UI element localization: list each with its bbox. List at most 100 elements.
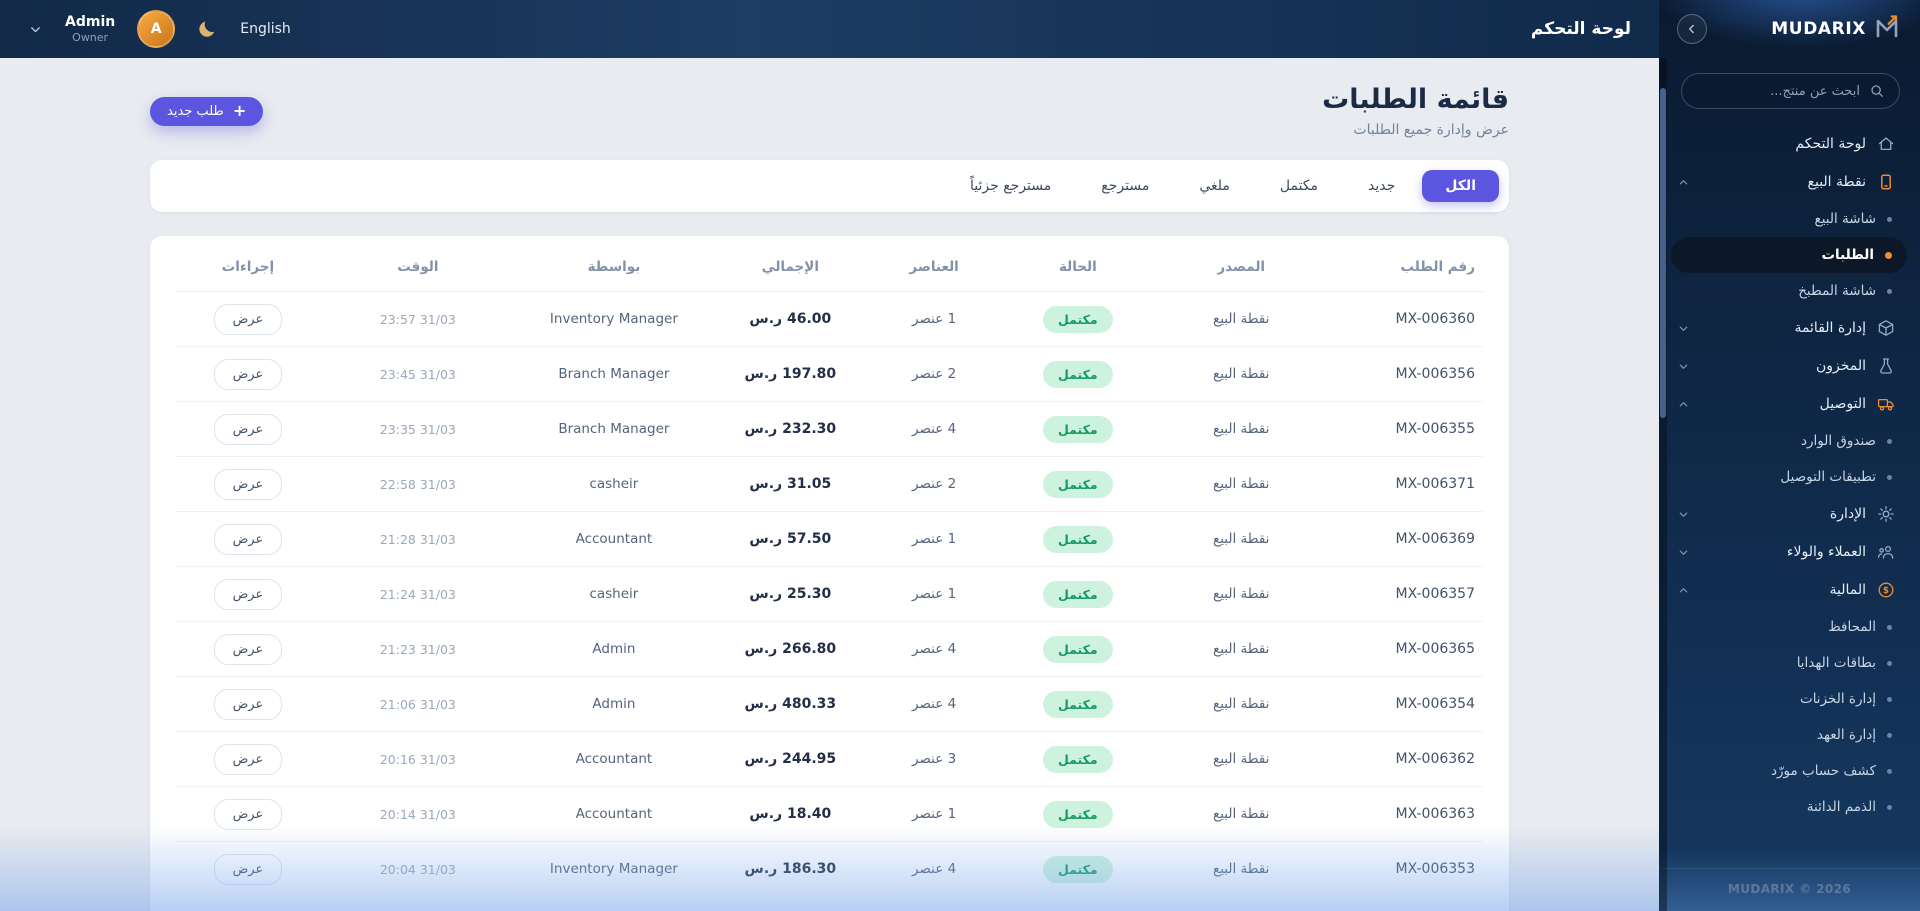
order-actions-cell: عرض: [176, 346, 320, 402]
order-items-cell: 4 عنصر: [912, 861, 957, 878]
order-by-cell: Branch Manager: [515, 401, 712, 457]
order-items-cell: 2 عنصر: [868, 456, 1000, 512]
language-selector[interactable]: English: [240, 21, 291, 37]
sidebar-item-label: الإدارة: [1829, 506, 1866, 522]
order-time-cell: 22:58 31/03: [319, 456, 516, 512]
sidebar-subitem[interactable]: بطاقات الهدايا: [1671, 645, 1907, 681]
orders-table: رقم الطلب المصدر الحالة العناصر الإجمالي بواس…: [176, 238, 1483, 897]
order-actions-cell: عرض: [176, 786, 320, 842]
order-items-cell: 4 عنصر: [868, 676, 1000, 732]
filter-tab[interactable]: مكتمل: [1257, 170, 1341, 202]
order-by-cell: Admin: [515, 676, 712, 732]
sidebar-item[interactable]: إدارة القائمة: [1671, 309, 1907, 347]
chevron-down-icon: [1677, 360, 1690, 373]
sidebar-item[interactable]: لوحة التحكم: [1671, 125, 1907, 163]
order-actions-cell: عرض: [176, 291, 320, 347]
chevron-down-icon[interactable]: [28, 22, 43, 37]
filter-tab[interactable]: مسترجع جزئياً: [947, 170, 1074, 202]
filter-tabs: الكل جديد مكتمل ملغي مسترجع مسترجع جزئياً: [150, 160, 1509, 212]
view-order-button[interactable]: عرض: [213, 633, 283, 665]
sidebar-item[interactable]: $ المالية: [1671, 571, 1907, 609]
sidebar-subitem[interactable]: كشف حساب مورّد: [1671, 753, 1907, 789]
status-badge: مكتمل: [1043, 360, 1113, 388]
order-id-cell: MX-006355: [1326, 401, 1483, 457]
filter-tab[interactable]: ملغي: [1176, 170, 1253, 202]
sidebar-subitem[interactable]: شاشة المطبخ: [1671, 273, 1907, 309]
column-header: العناصر: [868, 238, 1000, 292]
sidebar-subitem[interactable]: إدارة العهد: [1671, 717, 1907, 753]
product-search-input[interactable]: [1696, 83, 1860, 99]
view-order-button[interactable]: عرض: [213, 578, 283, 610]
sidebar-item[interactable]: المخزون: [1671, 347, 1907, 385]
status-badge: مكتمل: [1043, 690, 1113, 718]
view-order-button[interactable]: عرض: [213, 743, 283, 775]
order-total-cell: 57.50 ر.س: [711, 511, 869, 567]
sidebar-subitem[interactable]: الطلبات: [1671, 237, 1907, 273]
view-order-button[interactable]: عرض: [213, 413, 283, 445]
order-total-cell: 18.40 ر.س: [711, 786, 869, 842]
order-time-cell: 21:28 31/03: [319, 511, 516, 567]
sidebar-subitem[interactable]: إدارة الخزنات: [1671, 681, 1907, 717]
view-order-button[interactable]: عرض: [213, 798, 283, 830]
bullet-dot-icon: [1887, 732, 1892, 738]
sidebar-subitem[interactable]: الذمم الدائنة: [1671, 789, 1907, 825]
sidebar-scrollbar[interactable]: [1659, 58, 1667, 911]
view-order-button[interactable]: عرض: [213, 303, 283, 335]
sidebar-footer: MUDARIX © 2026: [1659, 868, 1920, 911]
order-total-cell: 31.05 ر.س: [711, 456, 869, 512]
view-order-button[interactable]: عرض: [213, 853, 283, 885]
order-status-cell: مكتمل: [999, 346, 1157, 402]
chevron-down-icon: [1677, 322, 1690, 335]
bullet-dot-icon: [1885, 251, 1892, 259]
bullet-dot-icon: [1887, 696, 1892, 702]
filter-tab-active[interactable]: الكل: [1422, 170, 1499, 202]
view-order-button[interactable]: عرض: [213, 688, 283, 720]
flask-icon: [1876, 357, 1896, 375]
plus-icon: +: [232, 101, 247, 120]
sidebar-subitem-label: بطاقات الهدايا: [1796, 655, 1876, 671]
order-total-cell: 197.80 ر.س: [711, 346, 869, 402]
filter-tab[interactable]: جديد: [1345, 170, 1418, 202]
order-total-cell: 186.30 ر.س: [744, 861, 837, 878]
sidebar-collapse-button[interactable]: [1677, 14, 1707, 44]
sidebar-subitem[interactable]: صندوق الوارد: [1671, 423, 1907, 459]
home-icon: [1876, 135, 1896, 153]
order-items-cell: 1 عنصر: [868, 291, 1000, 347]
scrollbar-thumb[interactable]: [1660, 88, 1666, 418]
dark-mode-moon-icon[interactable]: [197, 19, 218, 40]
sidebar-subitem[interactable]: المحافظ: [1671, 609, 1907, 645]
sidebar-item-label: المالية: [1829, 582, 1866, 598]
sidebar-item[interactable]: التوصيل: [1671, 385, 1907, 423]
sidebar-item[interactable]: نقطة البيع: [1671, 163, 1907, 201]
order-source-cell: نقطة البيع: [1156, 456, 1327, 512]
order-id-cell: MX-006363: [1326, 786, 1483, 842]
view-order-button[interactable]: عرض: [213, 468, 283, 500]
sidebar-item[interactable]: العملاء والولاء: [1671, 533, 1907, 571]
view-order-button[interactable]: عرض: [213, 358, 283, 390]
table-row: MX-006360 نقطة البيع مكتمل 1 عنصر 46.00 …: [176, 291, 1483, 347]
brand: MUDARIX: [1771, 14, 1900, 44]
order-id-cell: MX-006362: [1326, 731, 1483, 787]
order-by-cell: casheir: [515, 456, 712, 512]
order-status-cell: مكتمل: [999, 786, 1157, 842]
sidebar-subitem[interactable]: تطبيقات التوصيل: [1671, 459, 1907, 495]
order-actions-cell: عرض: [176, 566, 320, 622]
main-area: لوحة التحكم English A Admin Owner قائمة …: [0, 0, 1659, 911]
sidebar-subitem[interactable]: شاشة البيع: [1671, 201, 1907, 237]
chevron-up-icon: [1677, 176, 1690, 189]
sidebar-item[interactable]: الإدارة: [1671, 495, 1907, 533]
filter-tab[interactable]: مسترجع: [1078, 170, 1172, 202]
sidebar-subitem-label: إدارة العهد: [1816, 727, 1876, 743]
order-time-cell: 23:45 31/03: [319, 346, 516, 402]
chevron-up-icon: [1677, 584, 1690, 597]
order-actions-cell: عرض: [176, 676, 320, 732]
avatar[interactable]: A: [137, 10, 176, 48]
table-row: MX-006357 نقطة البيع مكتمل 1 عنصر 25.30 …: [176, 566, 1483, 622]
topbar-user-area: English A Admin Owner: [28, 10, 291, 48]
sidebar-item-label: إدارة القائمة: [1794, 320, 1866, 336]
user-menu[interactable]: Admin Owner: [65, 13, 115, 45]
sidebar-subitem-label: المحافظ: [1828, 619, 1876, 635]
view-order-button[interactable]: عرض: [213, 523, 283, 555]
cube-icon: [1876, 319, 1896, 337]
new-order-button[interactable]: + طلب جديد: [150, 96, 264, 126]
